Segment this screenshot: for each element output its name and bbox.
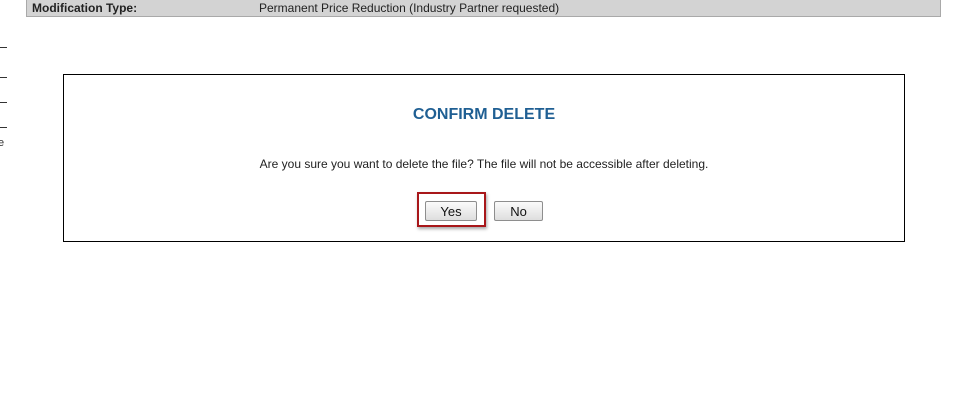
yes-button[interactable]: Yes <box>425 201 477 221</box>
edge-divider <box>0 102 7 103</box>
modification-type-value: Permanent Price Reduction (Industry Part… <box>259 1 560 15</box>
edge-text-fragment: e <box>0 137 5 149</box>
dialog-title: CONFIRM DELETE <box>412 106 556 123</box>
modification-type-row: Modification Type: Permanent Price Reduc… <box>26 0 941 17</box>
edge-divider <box>0 127 7 128</box>
no-button[interactable]: No <box>494 201 543 221</box>
left-edge-fragment: e <box>0 0 8 160</box>
dialog-message: Are you sure you want to delete the file… <box>259 157 709 171</box>
confirm-delete-dialog: CONFIRM DELETE Are you sure you want to … <box>63 74 905 242</box>
modification-type-label: Modification Type: <box>32 1 138 15</box>
edge-divider <box>0 47 7 48</box>
edge-divider <box>0 77 7 78</box>
